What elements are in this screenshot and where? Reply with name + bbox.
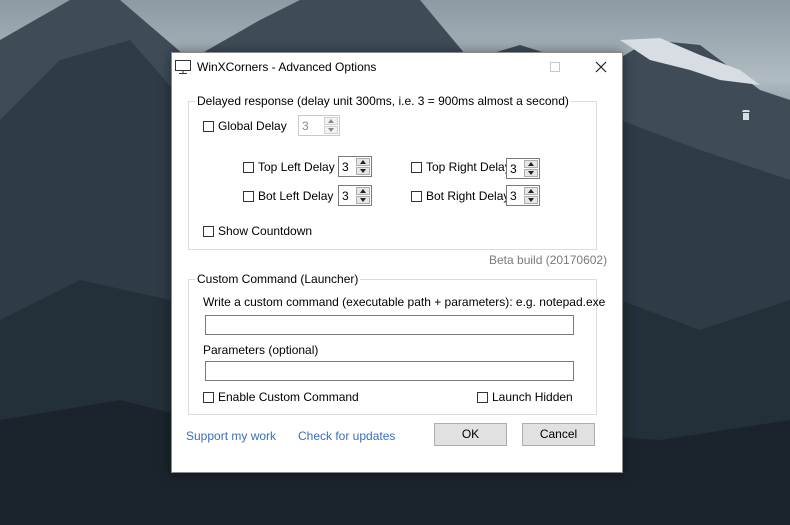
cancel-button[interactable]: Cancel xyxy=(522,423,595,446)
arrow-up-icon xyxy=(528,189,534,193)
ok-button[interactable]: OK xyxy=(434,423,507,446)
desktop-recycle-icon xyxy=(742,110,750,120)
global-delay-value: 3 xyxy=(302,119,309,133)
top-left-delay-up-button[interactable] xyxy=(356,158,370,166)
top-right-delay-option[interactable]: Top Right Delay xyxy=(411,160,511,174)
launch-hidden-label: Launch Hidden xyxy=(492,390,573,404)
enable-custom-command-checkbox[interactable] xyxy=(203,391,214,403)
top-left-delay-label: Top Left Delay xyxy=(258,160,335,174)
bot-left-delay-value: 3 xyxy=(342,189,349,203)
title-bar: WinXCorners - Advanced Options xyxy=(172,53,622,82)
arrow-down-icon xyxy=(528,198,534,202)
parameters-input[interactable] xyxy=(205,361,574,381)
advanced-options-dialog: WinXCorners - Advanced Options Delayed r… xyxy=(171,52,623,473)
bot-right-delay-up-button[interactable] xyxy=(524,187,538,195)
bot-left-delay-spin-buttons xyxy=(356,187,370,204)
window-title: WinXCorners - Advanced Options xyxy=(197,60,377,74)
support-my-work-link[interactable]: Support my work xyxy=(186,429,276,443)
arrow-up-icon xyxy=(328,119,334,123)
arrow-up-icon xyxy=(528,162,534,166)
global-delay-checkbox[interactable] xyxy=(203,120,214,132)
launch-hidden-option[interactable]: Launch Hidden xyxy=(477,390,573,404)
top-right-delay-spin-buttons xyxy=(524,160,538,177)
top-right-delay-down-button[interactable] xyxy=(524,169,538,177)
global-delay-up-button[interactable] xyxy=(324,117,338,125)
top-left-delay-checkbox[interactable] xyxy=(243,161,254,173)
arrow-down-icon xyxy=(528,171,534,175)
enable-custom-command-option[interactable]: Enable Custom Command xyxy=(203,390,359,404)
bot-left-delay-spinner[interactable]: 3 xyxy=(338,185,372,206)
bot-right-delay-down-button[interactable] xyxy=(524,196,538,204)
delayed-response-legend: Delayed response (delay unit 300ms, i.e.… xyxy=(195,94,571,108)
arrow-up-icon xyxy=(360,189,366,193)
close-button[interactable] xyxy=(578,53,623,82)
beta-build-label: Beta build (20170602) xyxy=(489,253,608,267)
bot-right-delay-value: 3 xyxy=(510,189,517,203)
enable-custom-command-label: Enable Custom Command xyxy=(218,390,359,404)
maximize-button[interactable] xyxy=(532,53,577,82)
bot-left-delay-label: Bot Left Delay xyxy=(258,189,334,203)
show-countdown-option[interactable]: Show Countdown xyxy=(203,224,312,238)
arrow-down-icon xyxy=(360,169,366,173)
monitor-icon xyxy=(175,60,191,74)
custom-command-legend: Custom Command (Launcher) xyxy=(195,272,361,286)
global-delay-option[interactable]: Global Delay xyxy=(203,119,287,133)
global-delay-label: Global Delay xyxy=(218,119,287,133)
show-countdown-label: Show Countdown xyxy=(218,224,313,238)
maximize-icon xyxy=(550,62,560,72)
bot-left-delay-checkbox[interactable] xyxy=(243,190,254,202)
top-left-delay-down-button[interactable] xyxy=(356,167,370,175)
bot-right-delay-checkbox[interactable] xyxy=(411,190,422,202)
custom-command-input[interactable] xyxy=(205,315,574,335)
launch-hidden-checkbox[interactable] xyxy=(477,391,488,403)
arrow-down-icon xyxy=(328,128,334,132)
custom-command-label: Write a custom command (executable path … xyxy=(203,295,606,309)
top-right-delay-value: 3 xyxy=(510,162,517,176)
bot-right-delay-label: Bot Right Delay xyxy=(426,189,510,203)
global-delay-down-button[interactable] xyxy=(324,126,338,134)
top-right-delay-label: Top Right Delay xyxy=(426,160,511,174)
arrow-down-icon xyxy=(360,198,366,202)
top-right-delay-spinner[interactable]: 3 xyxy=(506,158,540,179)
show-countdown-checkbox[interactable] xyxy=(203,225,214,237)
global-delay-spin-buttons xyxy=(324,117,338,134)
parameters-label: Parameters (optional) xyxy=(203,343,319,357)
check-for-updates-link[interactable]: Check for updates xyxy=(298,429,395,443)
bot-right-delay-option[interactable]: Bot Right Delay xyxy=(411,189,509,203)
arrow-up-icon xyxy=(360,160,366,164)
top-right-delay-checkbox[interactable] xyxy=(411,161,422,173)
top-right-delay-up-button[interactable] xyxy=(524,160,538,168)
bot-right-delay-spinner[interactable]: 3 xyxy=(506,185,540,206)
minimize-icon xyxy=(505,67,515,68)
bot-right-delay-spin-buttons xyxy=(524,187,538,204)
top-left-delay-value: 3 xyxy=(342,160,349,174)
close-icon xyxy=(595,61,607,73)
bot-left-delay-up-button[interactable] xyxy=(356,187,370,195)
bot-left-delay-option[interactable]: Bot Left Delay xyxy=(243,189,333,203)
top-left-delay-spinner[interactable]: 3 xyxy=(338,156,372,177)
bot-left-delay-down-button[interactable] xyxy=(356,196,370,204)
global-delay-spinner[interactable]: 3 xyxy=(298,115,340,136)
minimize-button[interactable] xyxy=(487,53,532,82)
top-left-delay-spin-buttons xyxy=(356,158,370,175)
top-left-delay-option[interactable]: Top Left Delay xyxy=(243,160,335,174)
